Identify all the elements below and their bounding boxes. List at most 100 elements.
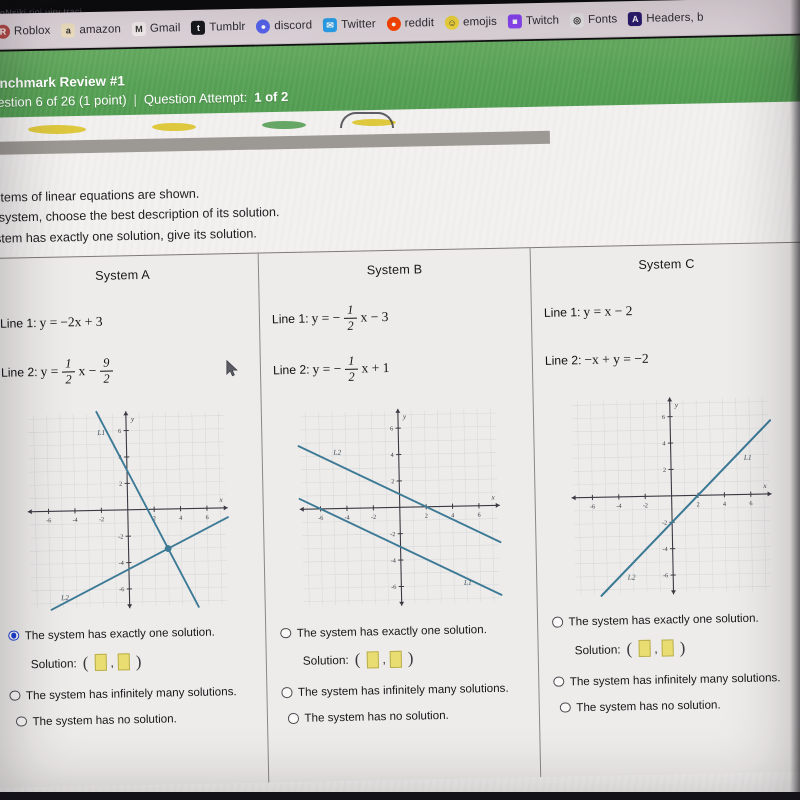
line-1-equation: Line 1: y = −1 2 x − 3 (272, 300, 522, 334)
bookmark-label: Headers, b (646, 11, 704, 25)
fraction-numerator: 9 (100, 356, 113, 372)
bookmark-gmail[interactable]: M Gmail (131, 21, 181, 37)
line-2-label: L2 (59, 593, 68, 602)
svg-text:-2: -2 (118, 533, 123, 540)
solution-x-input[interactable] (94, 653, 107, 672)
svg-text:2: 2 (424, 512, 427, 519)
screenshot-root: gNsiki rjoi ujrv traci RRobloxaamazonMGm… (0, 0, 800, 800)
bookmark-twitch[interactable]: ■ Twitch (507, 14, 560, 29)
option-one-solution[interactable]: The system has exactly one solution. (280, 621, 527, 642)
svg-text:-2: -2 (661, 520, 666, 527)
line-2-label: L2 (332, 447, 341, 456)
option-label: The system has no solution. (576, 698, 721, 715)
question-counter: uestion 6 of 26 (1 point) (0, 92, 127, 110)
svg-text:6: 6 (661, 414, 664, 421)
fraction: 12 (344, 303, 357, 333)
option-label: The system has infinitely many solutions… (569, 671, 781, 689)
solution-y-input[interactable] (389, 650, 402, 669)
line-1-rhs: x − 3 (360, 309, 389, 325)
option-no-solution[interactable]: The system has no solution. (15, 709, 257, 730)
x-axis-label: x (490, 493, 495, 501)
bookmark-headers--b[interactable]: A Headers, b (628, 11, 704, 27)
bookmark-amazon[interactable]: a amazon (61, 22, 121, 38)
bookmark-label: Fonts (587, 13, 618, 26)
x-axis-label: x (762, 482, 767, 490)
line-1-equation: Line 1: y = −2x + 3 (0, 306, 249, 337)
coordinate-plane: -6-6-4-4-2-2224466xyL1L2 (27, 410, 229, 611)
line-2-plot (297, 444, 501, 543)
option-one-solution[interactable]: The system has exactly one solution. (8, 623, 255, 644)
solution-label: Solution: (30, 656, 77, 671)
solution-entry-row: Solution: (,) (31, 649, 256, 674)
x-axis-label: x (218, 496, 223, 504)
line-1-label-text: Line 1: (271, 311, 309, 327)
svg-text:-4: -4 (390, 557, 395, 564)
solution-x-input[interactable] (366, 651, 379, 669)
option-label: The system has infinitely many solutions… (297, 682, 509, 700)
highlight-smudge (152, 123, 196, 131)
fraction: 12 (62, 356, 75, 386)
option-infinitely-many[interactable]: The system has infinitely many solutions… (281, 681, 528, 702)
option-one-solution[interactable]: The system has exactly one solution. (551, 610, 799, 631)
bookmark-tumblr[interactable]: t Tumblr (191, 20, 245, 35)
answer-options: The system has exactly one solution. Solu… (4, 623, 257, 730)
line-1-equation: Line 1: y = x − 2 (544, 295, 793, 326)
option-label: The system has exactly one solution. (296, 622, 487, 640)
bookmark-reddit[interactable]: ● reddit (386, 16, 435, 32)
radio-button[interactable] (559, 702, 571, 714)
line-2-equation: Line 2: −x + y = −2 (545, 343, 794, 374)
option-label: The system has infinitely many solutions… (25, 684, 237, 703)
svg-text:-4: -4 (616, 503, 621, 510)
highlight-smudge (28, 125, 86, 134)
svg-text:6: 6 (477, 511, 480, 518)
svg-text:-4: -4 (118, 560, 123, 567)
line-2-rhs: x + 1 (361, 360, 390, 376)
solution-y-input[interactable] (661, 639, 674, 658)
radio-button[interactable] (553, 676, 564, 688)
radio-button[interactable] (8, 630, 19, 641)
bookmark-discord[interactable]: ● discord (256, 19, 312, 34)
solution-x-input[interactable] (638, 640, 651, 658)
radio-button[interactable] (281, 687, 293, 699)
twitch-icon: ■ (507, 14, 523, 29)
line-1-rhs: y = x − 2 (583, 303, 633, 320)
option-no-solution[interactable]: The system has no solution. (559, 696, 800, 717)
bookmark-emojis[interactable]: ☺ emojis (444, 15, 497, 30)
system-column-b: System B Line 1: y = −1 2 x − 3 Line 2: y = −1… (258, 248, 542, 783)
option-label: The system has no solution. (304, 709, 449, 726)
radio-button[interactable] (15, 716, 27, 727)
option-infinitely-many[interactable]: The system has infinitely many solutions… (9, 683, 256, 704)
fraction: 12 (345, 353, 358, 383)
svg-text:2: 2 (662, 467, 665, 474)
svg-text:-4: -4 (662, 546, 667, 553)
svg-text:-6: -6 (662, 572, 667, 579)
y-axis-label: y (129, 415, 134, 423)
svg-text:4: 4 (179, 514, 182, 521)
fraction-numerator: 1 (62, 356, 75, 373)
axes (27, 411, 228, 609)
bookmark-label: Gmail (149, 22, 181, 35)
option-no-solution[interactable]: The system has no solution. (287, 707, 529, 728)
option-infinitely-many[interactable]: The system has infinitely many solutions… (553, 670, 800, 691)
radio-button[interactable] (551, 616, 563, 628)
solution-y-input[interactable] (117, 653, 130, 671)
tumblr-icon: t (191, 20, 206, 35)
fraction-denominator: 2 (347, 318, 354, 333)
line-2-equation: Line 2: y = −1 2 x + 1 (273, 351, 523, 385)
system-graph: -6 -6 -4 -4 -2 -2 2 2 4 4 6 6 x y L1 L2 (565, 391, 777, 600)
bookmark-label: Twitch (525, 14, 560, 28)
bookmark-fonts[interactable]: ◎ Fonts (569, 12, 618, 28)
y-axis-label: y (673, 401, 678, 409)
systems-table: System A Line 1: y = −2x + 3 Line 2: y = 1 2 x −… (0, 241, 800, 788)
system-title: System B (366, 262, 423, 278)
radio-button[interactable] (287, 713, 299, 725)
radio-button[interactable] (9, 690, 21, 701)
answer-options: The system has exactly one solution. Solu… (548, 610, 800, 717)
bookmark-twitter[interactable]: ✉ Twitter (322, 17, 376, 33)
line-1-label: L1 (462, 577, 471, 586)
bookmark-roblox[interactable]: R Roblox (0, 24, 51, 39)
svg-text:-6: -6 (391, 583, 396, 590)
svg-text:-2: -2 (98, 516, 103, 523)
radio-button[interactable] (280, 627, 291, 639)
discord-icon: ● (256, 19, 271, 34)
